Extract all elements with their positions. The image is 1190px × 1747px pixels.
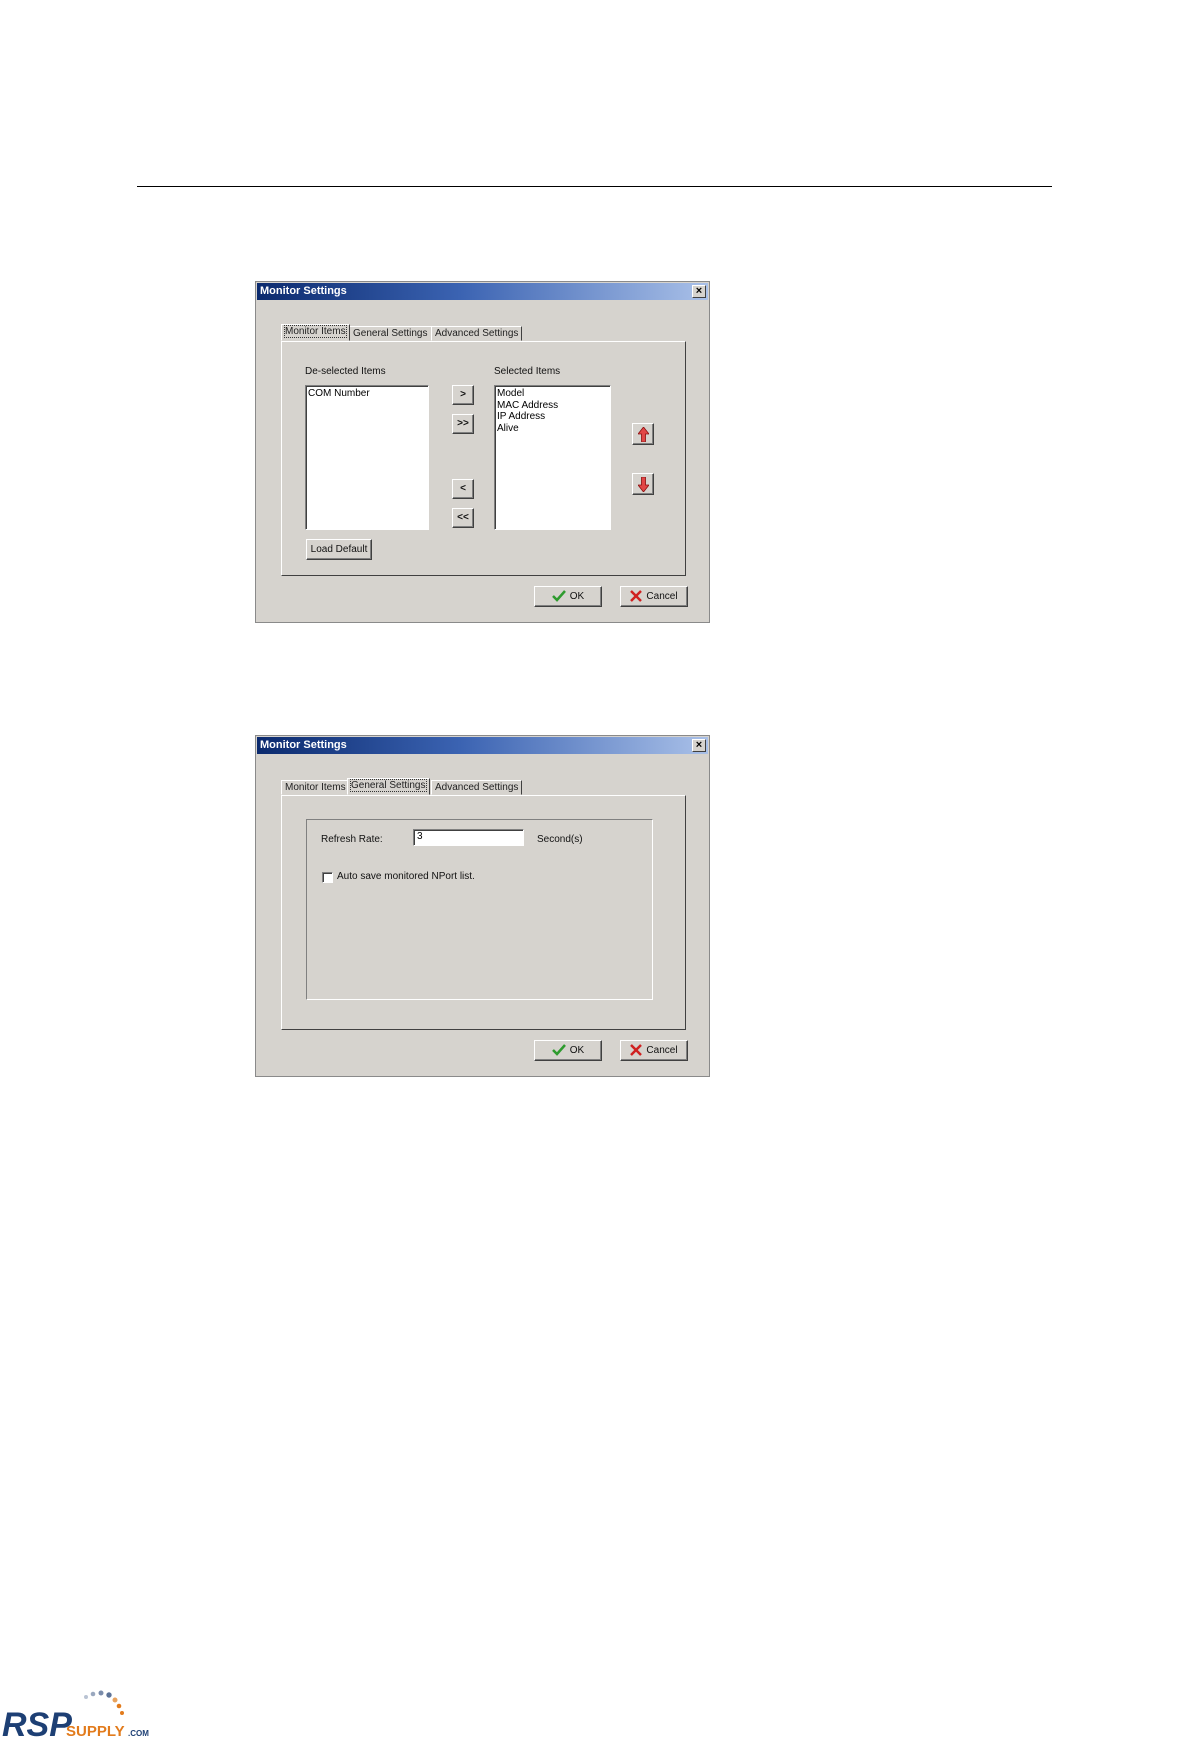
list-item[interactable]: Model — [497, 388, 608, 400]
move-right-button[interactable]: > — [452, 385, 474, 405]
tab-monitor-items[interactable]: Monitor Items — [281, 324, 350, 341]
cancel-button[interactable]: Cancel — [620, 1040, 688, 1061]
x-icon — [630, 1044, 643, 1057]
tab-advanced-settings[interactable]: Advanced Settings — [431, 326, 523, 341]
move-left-button[interactable]: < — [452, 479, 474, 499]
ok-button[interactable]: OK — [534, 586, 602, 607]
ok-label: OK — [569, 1045, 585, 1056]
header-rule — [137, 186, 1052, 187]
cancel-label: Cancel — [646, 591, 678, 602]
move-down-button[interactable] — [632, 473, 654, 495]
general-settings-group: Refresh Rate: 3 Second(s) Auto save moni… — [306, 819, 653, 1000]
refresh-rate-input[interactable]: 3 — [413, 829, 524, 846]
load-default-button[interactable]: Load Default — [306, 539, 372, 560]
title-bar[interactable]: Monitor Settings × — [257, 283, 708, 300]
auto-save-label: Auto save monitored NPort list. — [337, 871, 475, 882]
dialog-title: Monitor Settings — [260, 739, 347, 751]
logo-supply: SUPPLY — [66, 1723, 125, 1740]
logo-brand: RSP — [2, 1706, 72, 1742]
cancel-label: Cancel — [646, 1045, 678, 1056]
refresh-rate-label: Refresh Rate: — [321, 834, 383, 845]
monitor-items-panel: De-selected Items Selected Items COM Num… — [281, 341, 686, 576]
arrow-up-icon — [638, 427, 649, 442]
tab-advanced-settings[interactable]: Advanced Settings — [431, 780, 523, 795]
list-item[interactable]: COM Number — [308, 388, 426, 400]
move-all-right-button[interactable]: >> — [452, 414, 474, 434]
x-icon — [630, 590, 643, 603]
title-bar[interactable]: Monitor Settings × — [257, 737, 708, 754]
monitor-settings-dialog-general: Monitor Settings × Monitor Items General… — [255, 735, 710, 1077]
refresh-rate-unit: Second(s) — [537, 834, 583, 845]
deselected-items-label: De-selected Items — [305, 366, 386, 377]
logo-graphic: RSP SUPPLY .COM — [2, 1690, 149, 1744]
tab-general-settings[interactable]: General Settings — [349, 326, 432, 341]
list-item[interactable]: MAC Address — [497, 400, 608, 412]
move-up-button[interactable] — [632, 423, 654, 445]
check-icon — [551, 590, 566, 603]
deselected-items-list[interactable]: COM Number — [305, 385, 429, 530]
general-settings-panel: Refresh Rate: 3 Second(s) Auto save moni… — [281, 795, 686, 1030]
monitor-settings-dialog-items: Monitor Settings × Monitor Items General… — [255, 281, 710, 623]
list-item[interactable]: IP Address — [497, 411, 608, 423]
selected-items-label: Selected Items — [494, 366, 561, 377]
list-item[interactable]: Alive — [497, 423, 608, 435]
auto-save-checkbox[interactable] — [322, 872, 333, 883]
rsp-supply-logo: RSP SUPPLY .COM — [2, 1690, 177, 1744]
check-icon — [551, 1044, 566, 1057]
move-all-left-button[interactable]: << — [452, 508, 474, 528]
selected-items-list[interactable]: Model MAC Address IP Address Alive — [494, 385, 611, 530]
ok-button[interactable]: OK — [534, 1040, 602, 1061]
tab-monitor-items[interactable]: Monitor Items — [281, 780, 350, 795]
close-button[interactable]: × — [692, 739, 706, 752]
ok-label: OK — [569, 591, 585, 602]
close-button[interactable]: × — [692, 285, 706, 298]
cancel-button[interactable]: Cancel — [620, 586, 688, 607]
tab-general-settings[interactable]: General Settings — [347, 778, 430, 795]
logo-com: .COM — [128, 1729, 149, 1738]
arrow-down-icon — [638, 477, 649, 492]
dialog-title: Monitor Settings — [260, 285, 347, 297]
